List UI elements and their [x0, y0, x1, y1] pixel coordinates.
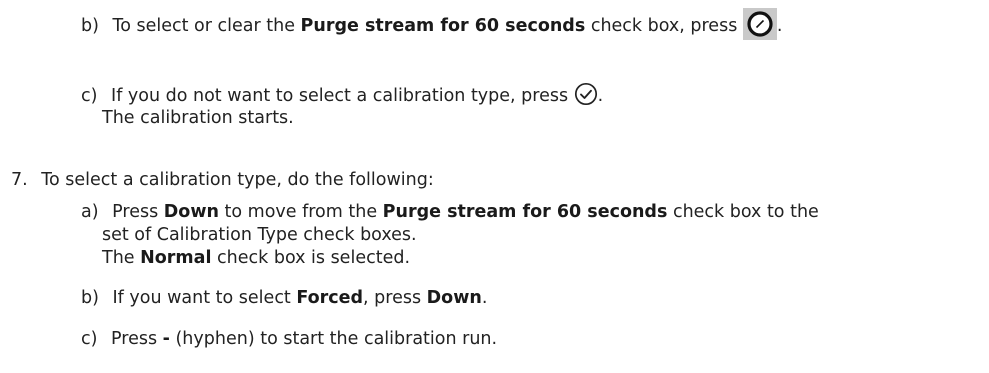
step-7b: b) If you want to select Forced, press D…	[81, 286, 487, 310]
down-key-label: Down	[163, 202, 219, 222]
step-text: check box, press	[585, 16, 743, 36]
purge-stream-label: Purge stream for 60 seconds	[382, 202, 668, 222]
step-text: check box to the	[667, 202, 819, 222]
step-text: Press	[112, 202, 164, 222]
step-text: The	[102, 248, 141, 268]
step-text: .	[776, 16, 783, 36]
step-marker: c)	[81, 86, 98, 106]
step-7a: a) Press Down to move from the Purge str…	[81, 200, 819, 224]
step-6c-result: The calibration starts.	[102, 108, 294, 128]
step-marker: 7.	[11, 170, 28, 190]
step-text: To select a calibration type, do the fol…	[41, 170, 434, 190]
step-text: To select or clear the	[112, 16, 301, 36]
purge-stream-label: Purge stream for 60 seconds	[300, 16, 586, 36]
step-6b: b) To select or clear the Purge stream f…	[81, 8, 782, 40]
step-text: If you want to select	[112, 288, 297, 308]
step-text: , press	[363, 288, 427, 308]
step-marker: a)	[81, 202, 99, 222]
step-text: If you do not want to select a calibrati…	[111, 86, 574, 106]
step-7a-result: The Normal check box is selected.	[102, 246, 410, 270]
step-marker: c)	[81, 329, 98, 349]
step-7a-continuation: set of Calibration Type check boxes.	[102, 225, 417, 245]
step-7: 7. To select a calibration type, do the …	[11, 168, 434, 192]
step-text: Press	[111, 329, 163, 349]
dial-key-icon	[742, 8, 777, 40]
step-text: to move from the	[218, 202, 383, 222]
step-text: .	[481, 288, 488, 308]
step-text: .	[597, 86, 604, 106]
checkmark-circle-icon	[574, 82, 598, 113]
hyphen-key-label: -	[162, 329, 170, 349]
step-text: (hyphen) to start the calibration run.	[169, 329, 498, 349]
step-text: check box is selected.	[211, 248, 411, 268]
step-marker: b)	[81, 288, 99, 308]
down-key-label: Down	[426, 288, 482, 308]
forced-option-label: Forced	[296, 288, 364, 308]
normal-checkbox-label: Normal	[140, 248, 212, 268]
step-marker: b)	[81, 16, 99, 36]
step-7c: c) Press - (hyphen) to start the calibra…	[81, 327, 497, 351]
